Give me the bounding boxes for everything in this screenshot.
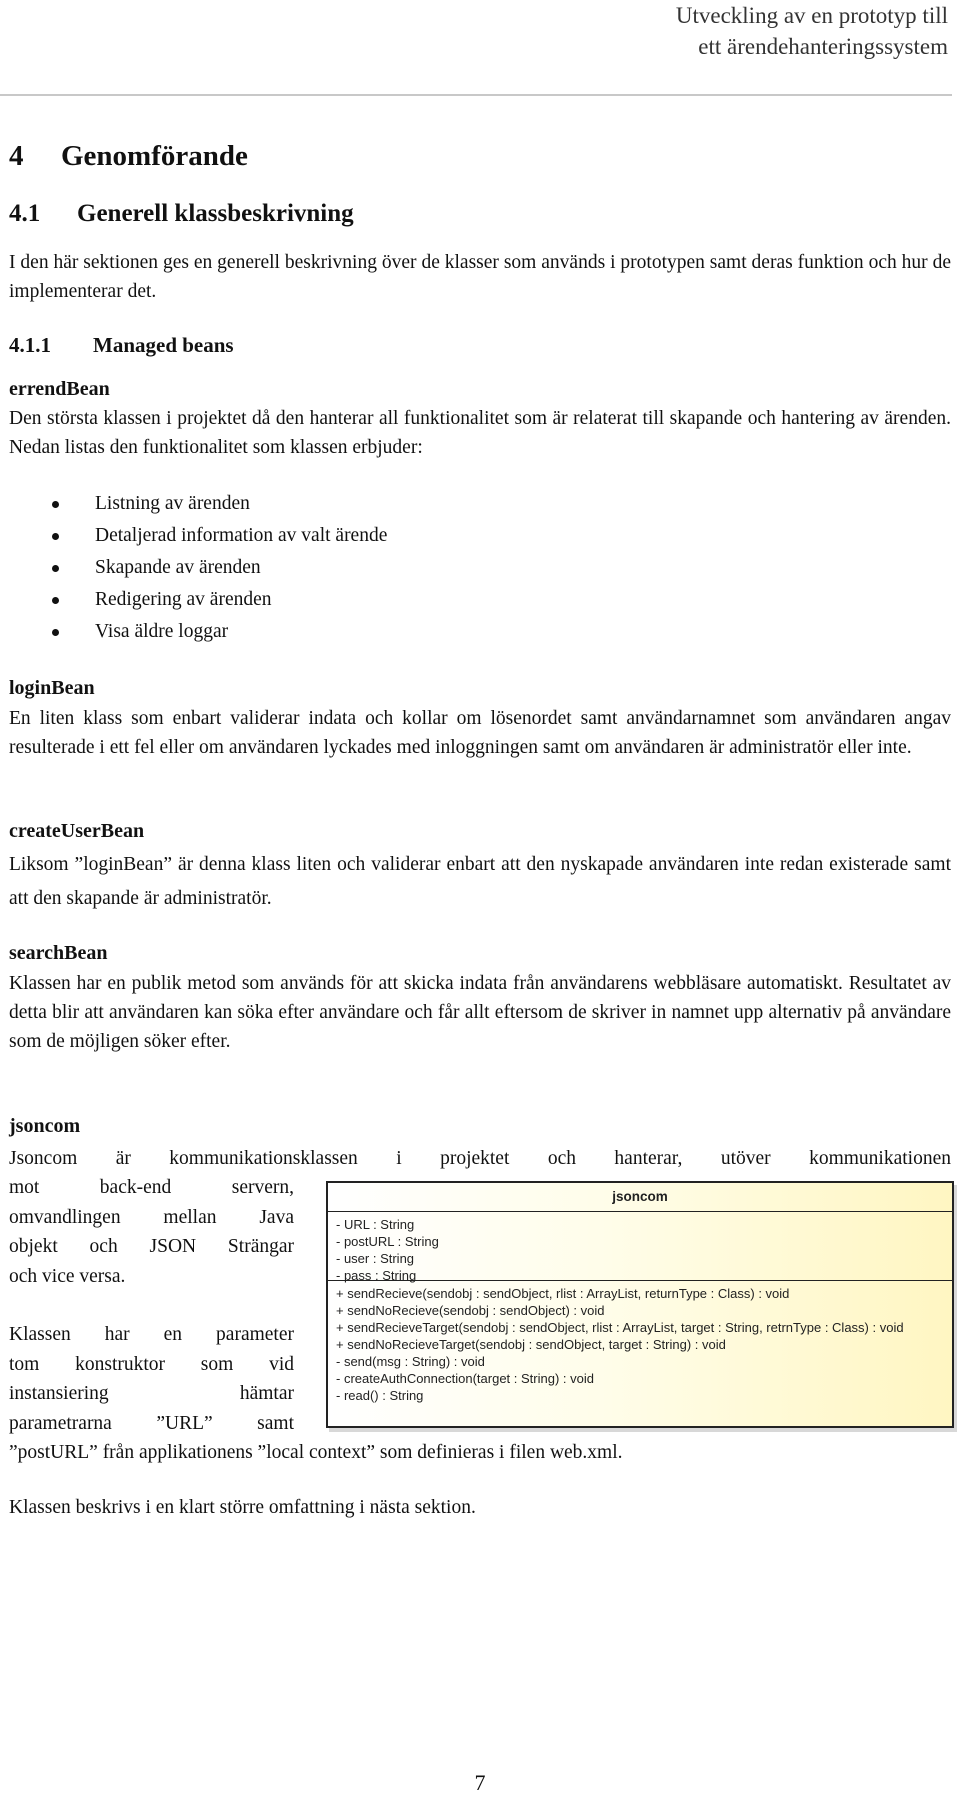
bullet-icon [52,533,59,540]
uml-attribute: - postURL : String [336,1234,439,1249]
chapter-number: 4 [9,140,24,172]
uml-attribute: - user : String [336,1251,415,1266]
createuserbean-description: Liksom ”loginBean” är denna klass liten … [9,854,951,909]
running-header: Utveckling av en prototyp till ett ärend… [676,0,948,62]
bullet-icon [52,501,59,508]
jsoncom-label: jsoncom [9,1115,81,1137]
jsoncom-wrap-paragraph-2: Klassen har en parameter tom konstruktor… [9,1324,294,1434]
uml-methods: + sendRecieve(sendobj : sendObject, rlis… [328,1281,952,1408]
uml-method: + sendRecieve(sendobj : sendObject, rlis… [336,1286,790,1301]
uml-method: + sendNoRecieve(sendobj : sendObject) : … [336,1303,605,1318]
feature-item: Skapande av ärenden [0,552,387,584]
subsection-title: Managed beans [93,333,234,357]
jsoncom-closing: Klassen beskrivs i en klart större omfat… [9,1497,476,1518]
chapter-heading: 4 Genomförande [9,140,248,173]
jsoncom-wrap-paragraph-1: mot back-end servern, omvandlingen mella… [9,1177,294,1287]
running-header-line-1: Utveckling av en prototyp till [675,3,948,28]
searchbean-label: searchBean [9,942,108,964]
section-number: 4.1 [9,200,41,227]
jsoncom-continuation: ”postURL” från applikationens ”local con… [9,1442,623,1463]
createuserbean-label: createUserBean [9,820,145,842]
loginbean-description: En liten klass som enbart validerar inda… [9,708,951,758]
bullet-icon [52,629,59,636]
uml-attributes: - URL : String - postURL : String - user… [328,1212,952,1283]
jsoncom-description-line: Jsoncom är kommunikationsklassen i proje… [9,1148,951,1169]
bullet-icon [52,597,59,604]
uml-method: - send(msg : String) : void [336,1354,485,1369]
feature-item: Visa äldre loggar [0,616,387,648]
uml-class-diagram: jsoncom - URL : String - postURL : Strin… [326,1181,954,1428]
running-header-line-2: ett ärendehanteringssystem [698,34,948,59]
feature-item: Listning av ärenden [0,488,387,520]
uml-method: - createAuthConnection(target : String) … [336,1371,594,1386]
page-number: 7 [474,1770,486,1795]
bullet-icon [52,565,59,572]
header-divider [0,94,952,96]
subsection-number: 4.1.1 [9,333,51,357]
uml-method: + sendRecieveTarget(sendobj : sendObject… [336,1320,904,1335]
section-intro: I den här sektionen ges en generell besk… [9,252,951,302]
uml-method: + sendNoRecieveTarget(sendobj : sendObje… [336,1337,726,1352]
section-title: Generell klassbeskrivning [77,200,354,227]
errendbean-description: Den största klassen i projektet då den h… [9,408,951,458]
loginbean-label: loginBean [9,677,95,699]
uml-method: - read() : String [336,1388,424,1403]
feature-item: Redigering av ärenden [0,584,387,616]
errendbean-label: errendBean [9,378,110,400]
uml-attribute: - URL : String [336,1217,415,1232]
uml-class-name: jsoncom [328,1183,952,1212]
chapter-title: Genomförande [61,140,248,172]
section-heading: 4.1 Generell klassbeskrivning [9,200,354,228]
searchbean-description: Klassen har en publik metod som används … [9,973,951,1052]
feature-item: Detaljerad information av valt ärende [0,520,387,552]
subsection-heading: 4.1.1 Managed beans [9,333,234,358]
errendbean-feature-list: Listning av ärenden Detaljerad informati… [0,488,387,648]
